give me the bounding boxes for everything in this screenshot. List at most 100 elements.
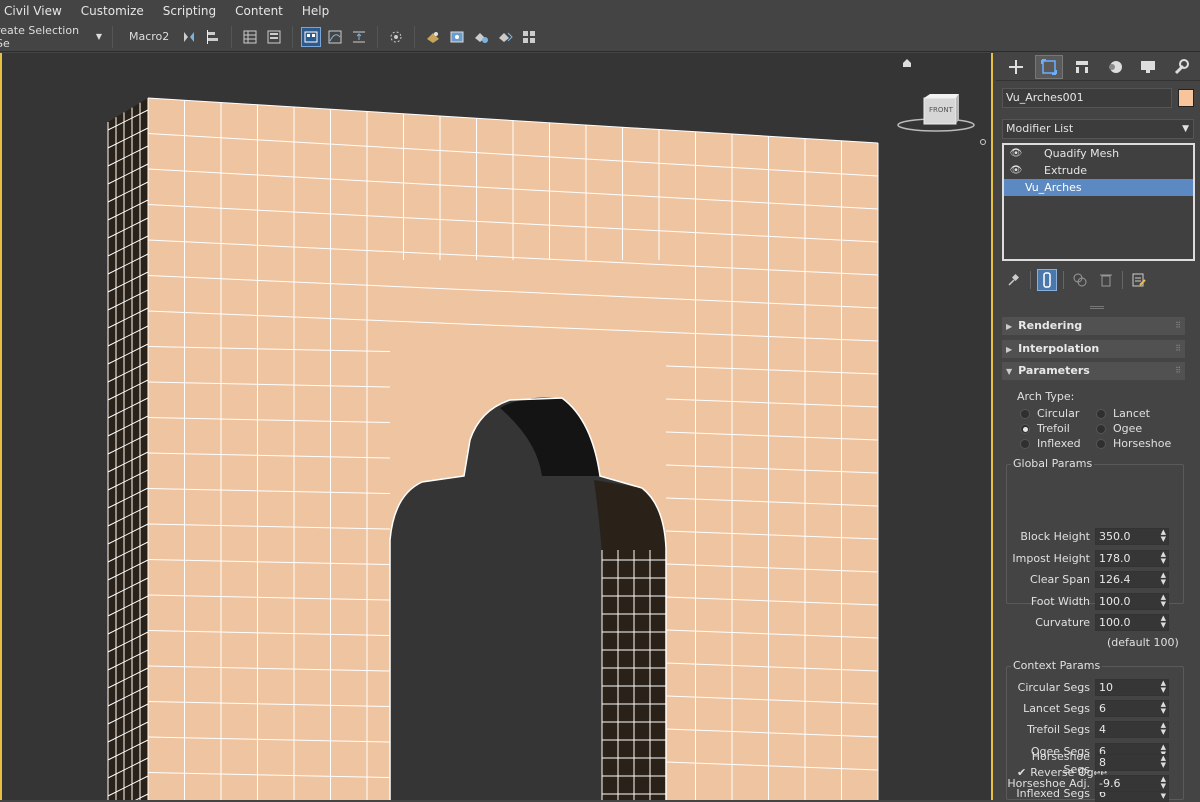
eye-icon[interactable]: 👁	[1007, 145, 1025, 162]
object-name-row: Vu_Arches001	[1002, 88, 1194, 108]
curve-editor-icon[interactable]	[325, 27, 345, 47]
spinner-arrows-icon[interactable]: ▲▼	[1161, 722, 1166, 736]
radio-dot	[1096, 408, 1106, 419]
modify-icon[interactable]	[1035, 54, 1063, 79]
make-unique-icon[interactable]	[1070, 269, 1090, 291]
menu-content[interactable]: Content	[231, 4, 292, 18]
toolbar-divider	[377, 25, 379, 48]
material-editor-icon[interactable]	[386, 27, 406, 47]
stack-item-quadify-mesh[interactable]: 👁 Quadify Mesh	[1004, 145, 1193, 162]
stack-item-label: Quadify Mesh	[1044, 147, 1120, 160]
create-icon[interactable]	[1002, 55, 1030, 79]
menu-scripting[interactable]: Scripting	[159, 4, 225, 18]
spinner-arrows-icon[interactable]: ▲▼	[1161, 776, 1166, 790]
radio-trefoil[interactable]: Trefoil	[1020, 421, 1070, 436]
lancet-segs-spinner[interactable]: 6 ▲ ▼	[1095, 700, 1169, 717]
spinner-arrows-icon[interactable]: ▲▼	[1161, 701, 1166, 715]
selection-set-value: reate Selection Se	[0, 23, 80, 50]
hierarchy-icon[interactable]	[1068, 55, 1096, 79]
spinner-value: 6	[1099, 702, 1106, 715]
perspective-viewport[interactable]: FRONT	[0, 53, 993, 800]
panel-resize-grip[interactable]	[1090, 306, 1104, 309]
spinner-arrows-icon[interactable]: ▲▼	[1161, 680, 1166, 694]
display-icon[interactable]	[1134, 55, 1162, 79]
configure-modifier-sets-icon[interactable]	[1129, 269, 1149, 291]
home-icon[interactable]	[903, 59, 911, 67]
rollout-parameters[interactable]: ▼ Parameters ⠿	[1002, 362, 1185, 380]
curvature-spinner[interactable]: 100.0 ▲ ▼	[1095, 614, 1169, 631]
command-panel-tabs	[996, 53, 1200, 81]
object-color-swatch[interactable]	[1178, 89, 1194, 107]
clear-span-spinner[interactable]: 126.4 ▲ ▼	[1095, 571, 1169, 588]
radio-lancet[interactable]: Lancet	[1096, 406, 1150, 421]
trefoil-segs-row: Trefoil Segs 4 ▲ ▼	[1006, 721, 1169, 738]
param-label: Foot Width	[1030, 595, 1090, 608]
motion-icon[interactable]	[1101, 55, 1129, 79]
macro-button[interactable]: Macro2	[119, 30, 177, 43]
chevron-right-icon: ▶	[1006, 322, 1013, 331]
horseshoe-adj-spinner[interactable]: -9.6 ▲ ▼	[1095, 775, 1169, 792]
horseshoe-segs-spinner[interactable]: 8 ▲ ▼	[1095, 754, 1169, 771]
spinner-arrows-icon[interactable]: ▲▼	[1161, 551, 1166, 565]
scene-explorer-icon[interactable]	[240, 27, 260, 47]
render-cloud-icon[interactable]	[519, 27, 539, 47]
object-name-field[interactable]: Vu_Arches001	[1002, 88, 1172, 108]
spinner-arrows-icon[interactable]: ▲▼	[1161, 529, 1166, 543]
utilities-icon[interactable]	[1167, 55, 1195, 79]
spinner-value: 126.4	[1099, 573, 1131, 586]
radio-inflexed[interactable]: Inflexed	[1020, 436, 1081, 451]
modifier-list-label: Modifier List	[1006, 122, 1074, 135]
stack-item-label: Extrude	[1044, 164, 1088, 177]
radio-dot-selected	[1020, 423, 1030, 434]
rollout-rendering[interactable]: ▶ Rendering ⠿	[1002, 317, 1185, 335]
rollout-interpolation[interactable]: ▶ Interpolation ⠿	[1002, 340, 1185, 358]
drag-handle-icon: ⠿	[1175, 321, 1181, 330]
rendered-frame-icon[interactable]	[447, 27, 467, 47]
align-icon[interactable]	[203, 27, 223, 47]
menu-help[interactable]: Help	[298, 4, 338, 18]
param-label: Block Height	[1020, 530, 1090, 543]
stack-item-vu-arches[interactable]: Vu_Arches	[1004, 179, 1193, 196]
trash-icon[interactable]	[1096, 269, 1116, 291]
menu-civil-view[interactable]: Civil View	[0, 4, 71, 18]
eye-icon[interactable]: 👁	[1007, 162, 1025, 179]
spinner-arrows-icon[interactable]: ▲▼	[1161, 572, 1166, 586]
pin-stack-icon[interactable]	[1004, 269, 1024, 291]
foot-width-spinner[interactable]: 100.0 ▲ ▼	[1095, 593, 1169, 610]
radio-ogee[interactable]: Ogee	[1096, 421, 1142, 436]
spinner-value: 178.0	[1099, 552, 1131, 565]
selection-set-dropdown[interactable]: reate Selection Se ▼	[0, 23, 106, 50]
modifier-list-dropdown[interactable]: Modifier List ▼	[1002, 119, 1194, 139]
spinner-arrows-icon[interactable]: ▲▼	[1161, 615, 1166, 629]
spinner-value: 8	[1099, 756, 1106, 769]
spinner-arrows-icon[interactable]: ▲▼	[1161, 755, 1166, 769]
stack-item-extrude[interactable]: 👁 Extrude	[1004, 162, 1193, 179]
radio-dot	[1096, 438, 1106, 449]
horseshoe-segs-row: Horseshoe Segs 8 ▲ ▼	[1006, 750, 1169, 776]
schematic-view-icon[interactable]	[349, 27, 369, 47]
layer-explorer-icon[interactable]	[264, 27, 284, 47]
radio-horseshoe[interactable]: Horseshoe	[1096, 436, 1171, 451]
radio-circular[interactable]: Circular	[1020, 406, 1079, 421]
impost-height-spinner[interactable]: 178.0 ▲ ▼	[1095, 550, 1169, 567]
viewcube-front-label: FRONT	[929, 106, 953, 114]
viewcube-menu-icon[interactable]	[980, 139, 986, 145]
radio-label: Circular	[1037, 407, 1080, 420]
viewcube[interactable]: FRONT	[895, 91, 977, 135]
show-end-result-icon[interactable]	[1037, 269, 1057, 291]
spinner-value: 100.0	[1099, 595, 1131, 608]
mirror-icon[interactable]	[179, 27, 199, 47]
render-production-icon[interactable]	[471, 27, 491, 47]
curvature-row: Curvature 100.0 ▲ ▼	[1006, 614, 1169, 631]
rollout-title: Rendering	[1018, 319, 1083, 332]
trefoil-segs-spinner[interactable]: 4 ▲ ▼	[1095, 721, 1169, 738]
radio-dot	[1020, 408, 1030, 419]
block-height-spinner[interactable]: 350.0 ▲ ▼	[1095, 528, 1169, 545]
parameters-panel: Arch Type: Circular Lancet Trefoil Ogee …	[1002, 387, 1185, 802]
circular-segs-spinner[interactable]: 10 ▲ ▼	[1095, 679, 1169, 696]
render-setup-icon[interactable]	[423, 27, 443, 47]
spinner-arrows-icon[interactable]: ▲▼	[1161, 594, 1166, 608]
menu-customize[interactable]: Customize	[77, 4, 153, 18]
render-iterative-icon[interactable]	[495, 27, 515, 47]
ribbon-toggle-icon[interactable]	[301, 26, 322, 47]
